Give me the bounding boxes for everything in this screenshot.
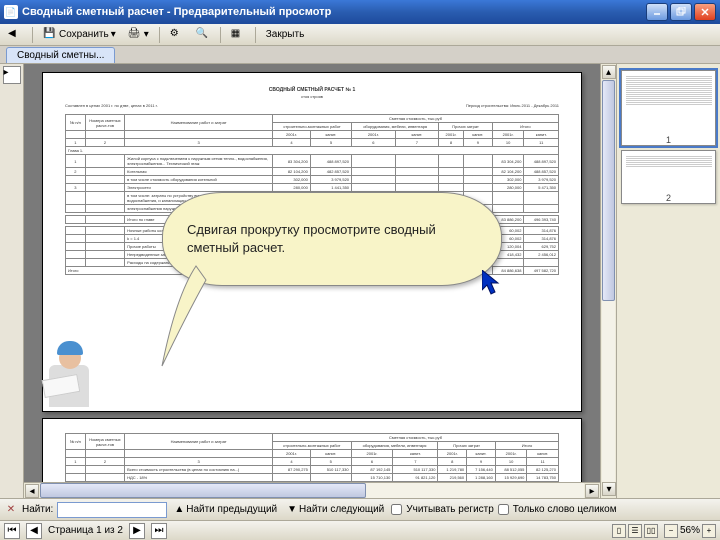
print-icon: 🖨 — [128, 28, 142, 42]
save-icon: 💾 — [43, 28, 57, 42]
prev-page-button[interactable]: ◀ — [26, 523, 42, 539]
col-total: Итого — [492, 123, 558, 131]
col-name: Наименование работ и затрат — [125, 115, 273, 131]
app-icon: 📄 — [4, 5, 18, 19]
match-case-label: Учитывать регистр — [406, 504, 494, 515]
back-arrow-icon: ◀ — [8, 28, 22, 42]
last-page-button[interactable]: ⏭ — [151, 523, 167, 539]
find-icon: 🔍 — [196, 28, 210, 42]
zoom-level: 56% — [680, 525, 700, 536]
callout-text: Сдвигая прокрутку просмотрите сводный см… — [187, 221, 477, 256]
view-mode-buttons: ▯ ☰ ▯▯ — [612, 524, 658, 538]
thumb-2-number: 2 — [622, 193, 715, 203]
thumbnails-button[interactable]: ▦ — [227, 27, 249, 43]
toolbar: ◀ 💾Сохранить▾ 🖨▾ ⚙ 🔍 ▦ Закрыть — [0, 24, 720, 46]
doc-title: СВОДНЫЙ СМЕТНЫЙ РАСЧЕТ № 1 — [65, 87, 559, 93]
save-label: Сохранить — [59, 29, 109, 40]
two-page-button[interactable]: ▯▯ — [644, 524, 658, 538]
minimize-button[interactable] — [646, 3, 668, 21]
doc-subtitle: стоя строяв — [65, 94, 559, 99]
continuous-button[interactable]: ☰ — [628, 524, 642, 538]
save-button[interactable]: 💾Сохранить▾ — [39, 27, 120, 43]
single-page-button[interactable]: ▯ — [612, 524, 626, 538]
col-other: Прочих затрат — [439, 123, 493, 131]
close-preview-button[interactable]: Закрыть — [262, 28, 309, 41]
match-case-checkbox[interactable] — [391, 504, 402, 515]
first-page-button[interactable]: ⏮ — [4, 523, 20, 539]
tab-strip: Сводный сметны... — [0, 46, 720, 64]
up-arrow-icon: ▲ — [174, 504, 184, 515]
find-prev-button[interactable]: ▲Найти предыдущий — [171, 503, 280, 516]
hscroll-thumb[interactable] — [40, 483, 366, 498]
scroll-down-button[interactable]: ▾ — [602, 482, 616, 496]
toolbar-separator — [32, 27, 33, 43]
col-build: строительно-монтажных работ — [273, 123, 352, 131]
thumbnail-2[interactable]: 2 — [621, 150, 716, 204]
vscroll-thumb[interactable] — [602, 80, 615, 301]
left-gutter: ▸ — [0, 64, 24, 498]
zoom-in-button[interactable]: + — [702, 524, 716, 538]
gutter-button[interactable]: ▸ — [3, 66, 21, 84]
doc-basis-right: Период строительства: Июль 2011 - Декабр… — [466, 103, 559, 108]
scroll-left-button[interactable]: ◂ — [25, 484, 39, 498]
find-input[interactable] — [57, 502, 167, 518]
thumbnail-1[interactable]: 1 — [621, 70, 716, 146]
col-code: Номера сметных расче-тов — [85, 115, 124, 131]
doc-basis-left: Составлен в ценах 2001 г. по дтве, ценах… — [65, 103, 158, 108]
thumbnails-icon: ▦ — [231, 28, 245, 42]
window-title: Сводный сметный расчет - Предварительный… — [22, 6, 644, 18]
find-button[interactable]: 🔍 — [192, 27, 214, 43]
close-window-button[interactable] — [694, 3, 716, 21]
tab-main[interactable]: Сводный сметны... — [6, 47, 115, 63]
horizontal-scrollbar[interactable]: ◂ ▸ — [24, 482, 600, 498]
toolbar-separator — [255, 27, 256, 43]
gear-icon: ⚙ — [170, 28, 184, 42]
toolbar-separator — [220, 27, 221, 43]
person-illustration — [43, 335, 99, 407]
options-button[interactable]: ⚙ — [166, 27, 188, 43]
window-titlebar: 📄 Сводный сметный расчет - Предварительн… — [0, 0, 720, 24]
find-next-button[interactable]: ▼Найти следующий — [284, 503, 387, 516]
thumbnail-panel: 1 2 — [616, 64, 720, 498]
page-indicator: Страница 1 из 2 — [48, 525, 123, 536]
close-label: Закрыть — [266, 29, 305, 40]
scroll-up-button[interactable]: ▴ — [602, 65, 616, 79]
scroll-right-button[interactable]: ▸ — [585, 484, 599, 498]
callout-tail-icon — [156, 256, 216, 376]
find-label: Найти: — [22, 504, 53, 515]
thumb-1-number: 1 — [622, 135, 715, 145]
down-arrow-icon: ▼ — [287, 504, 297, 515]
back-button[interactable]: ◀ — [4, 27, 26, 43]
col-equip: оборудования, мебели, инвентаря — [352, 123, 439, 131]
col-num: № п/п — [66, 115, 86, 131]
print-button[interactable]: 🖨▾ — [124, 27, 153, 43]
tutorial-cursor-icon — [482, 270, 504, 301]
next-page-button[interactable]: ▶ — [129, 523, 145, 539]
close-find-button[interactable]: ✕ — [4, 503, 18, 517]
whole-word-checkbox[interactable] — [498, 504, 509, 515]
tutorial-callout: Сдвигая прокрутку просмотрите сводный см… — [162, 192, 502, 322]
maximize-button[interactable] — [670, 3, 692, 21]
status-bar: ⏮ ◀ Страница 1 из 2 ▶ ⏭ ▯ ☰ ▯▯ − 56% + — [0, 520, 720, 540]
col-smet-group: Сметная стоимость, тыс.руб — [273, 115, 559, 123]
zoom-out-button[interactable]: − — [664, 524, 678, 538]
whole-word-label: Только слово целиком — [513, 504, 617, 515]
vertical-scrollbar[interactable]: ▴ ▾ — [600, 64, 616, 498]
toolbar-separator — [159, 27, 160, 43]
find-bar: ✕ Найти: ▲Найти предыдущий ▼Найти следую… — [0, 498, 720, 520]
